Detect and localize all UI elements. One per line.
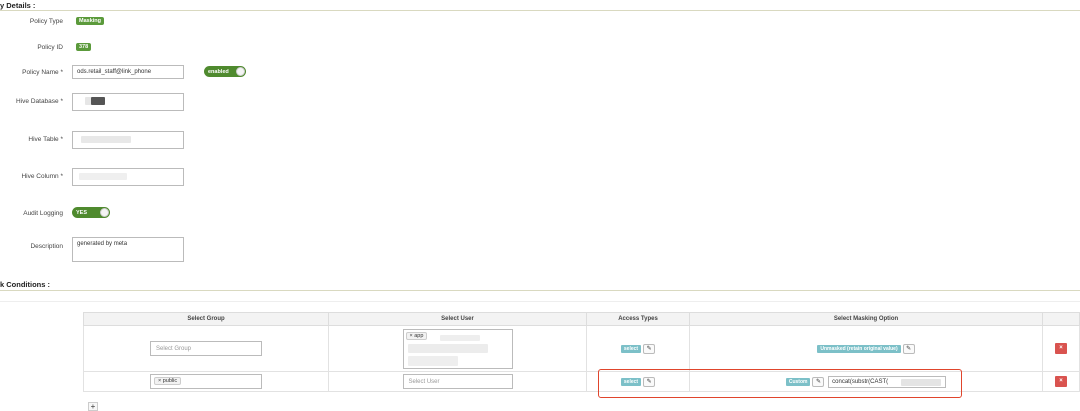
section-divider: [0, 290, 1080, 291]
access-type-tag: select: [620, 377, 642, 386]
hive-database-label: Hive Database *: [16, 98, 63, 105]
audit-logging-label: Audit Logging: [23, 210, 63, 217]
policy-details-title: y Details :: [0, 1, 36, 10]
hive-database-input[interactable]: [72, 93, 184, 111]
select-user-input[interactable]: × app: [402, 328, 513, 369]
custom-expression-value: concat(substr(CAST(: [832, 378, 889, 385]
policy-name-label: Policy Name *: [22, 69, 63, 76]
group-chip[interactable]: × public: [154, 377, 182, 385]
access-cell: select ✎: [586, 325, 690, 372]
chip-remove-icon[interactable]: ×: [410, 333, 413, 339]
select-user-input[interactable]: Select User: [402, 374, 513, 389]
select-user-placeholder: Select User: [408, 379, 440, 385]
redacted-value: [79, 173, 127, 180]
header-access-types: Access Types: [586, 312, 690, 326]
audit-logging-toggle[interactable]: YES: [72, 207, 110, 218]
table-header-row: Select Group Select User Access Types Se…: [83, 312, 1080, 326]
redacted-value: [81, 136, 131, 143]
action-cell: ×: [1042, 325, 1080, 372]
section-divider: [0, 10, 1080, 11]
redacted-value: [439, 334, 480, 341]
hive-table-input[interactable]: [72, 131, 184, 149]
remove-row-button[interactable]: ×: [1055, 343, 1067, 354]
group-cell: Select Group: [83, 325, 329, 372]
section-divider: [0, 301, 1080, 302]
toggle-knob: [100, 208, 109, 217]
redacted-value: [901, 378, 942, 386]
user-cell: × app: [328, 325, 587, 372]
add-condition-button[interactable]: +: [88, 402, 98, 411]
hive-column-label: Hive Column *: [21, 173, 63, 180]
redacted-value: [91, 97, 105, 105]
header-actions: [1042, 312, 1080, 326]
group-cell: × public: [83, 371, 329, 392]
masking-option-tag: Custom: [785, 377, 811, 386]
table-row: × public Select User select ✎ Custom ✎ con…: [83, 371, 1080, 392]
header-select-group: Select Group: [83, 312, 329, 326]
masking-cell: Custom ✎ concat(substr(CAST(: [689, 371, 1043, 392]
access-type-tag: select: [620, 344, 642, 353]
user-chip[interactable]: × app: [405, 331, 428, 340]
remove-row-button[interactable]: ×: [1055, 376, 1067, 387]
masking-option-tag: Unmasked (retain original value): [817, 344, 901, 353]
edit-access-icon[interactable]: ✎: [643, 343, 656, 354]
mask-conditions-title: k Conditions :: [0, 280, 50, 289]
edit-access-icon[interactable]: ✎: [643, 376, 656, 387]
edit-masking-icon[interactable]: ✎: [902, 343, 915, 354]
group-chip-label: public: [162, 378, 178, 384]
chip-remove-icon[interactable]: ×: [158, 378, 161, 384]
select-group-placeholder: Select Group: [156, 346, 192, 352]
policy-id-label: Policy ID: [37, 44, 63, 51]
select-group-input[interactable]: Select Group: [150, 341, 262, 356]
toggle-knob: [236, 67, 245, 76]
policy-type-badge: Masking: [76, 17, 105, 25]
edit-masking-icon[interactable]: ✎: [812, 376, 825, 387]
user-chip-label: app: [414, 332, 424, 339]
policy-type-label: Policy Type: [29, 18, 63, 25]
table-row: Select Group × app select ✎ Unmasked (ret…: [83, 325, 1080, 372]
redacted-value: [407, 355, 458, 366]
action-cell: ×: [1042, 371, 1080, 392]
masking-cell: Unmasked (retain original value) ✎: [689, 325, 1043, 372]
header-select-user: Select User: [328, 312, 587, 326]
header-masking-option: Select Masking Option: [689, 312, 1043, 326]
audit-logging-value: YES: [76, 209, 88, 216]
select-group-input[interactable]: × public: [150, 374, 262, 389]
description-textarea[interactable]: generated by meta: [72, 237, 184, 262]
hive-table-label: Hive Table *: [28, 136, 63, 143]
custom-expression-input[interactable]: concat(substr(CAST(: [828, 375, 947, 388]
policy-enabled-toggle[interactable]: enabled: [204, 66, 246, 77]
policy-id-badge: 378: [76, 43, 92, 51]
redacted-value: [407, 343, 488, 353]
description-label: Description: [30, 243, 63, 250]
user-cell: Select User: [328, 371, 587, 392]
access-cell: select ✎: [586, 371, 690, 392]
policy-name-input[interactable]: ods.retail_staff@link_phone: [72, 65, 184, 79]
hive-column-input[interactable]: [72, 168, 184, 186]
mask-conditions-table: Select Group Select User Access Types Se…: [83, 312, 1080, 392]
policy-enabled-label: enabled: [208, 68, 229, 75]
